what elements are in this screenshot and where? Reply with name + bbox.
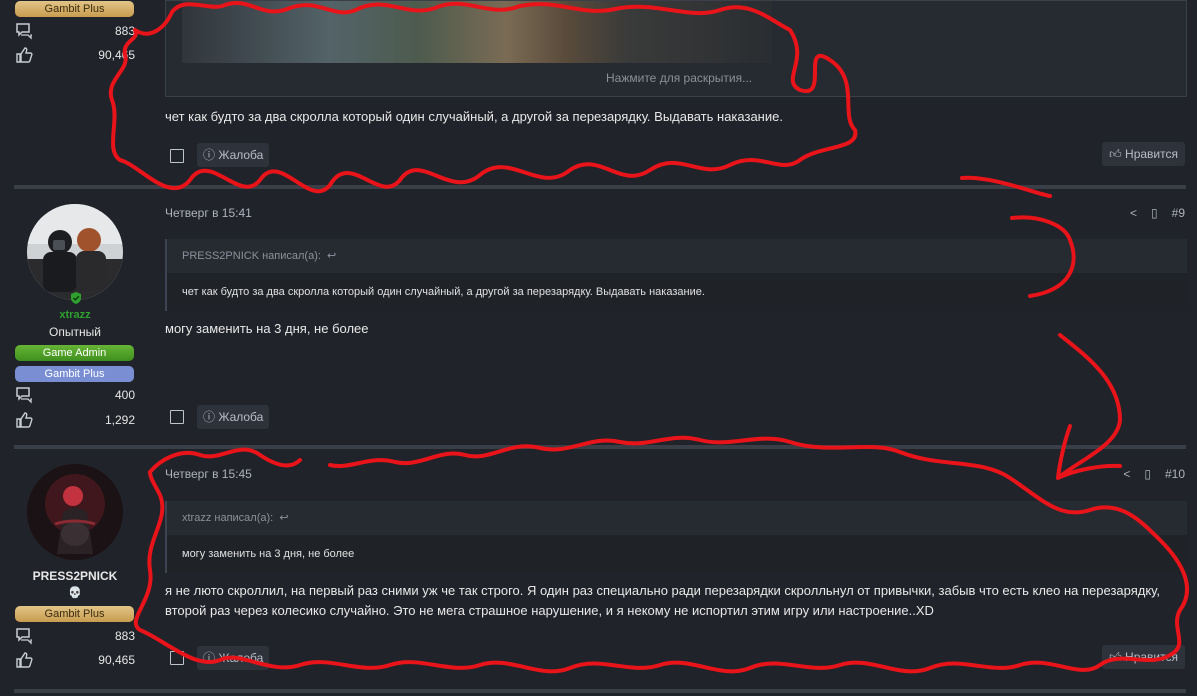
quote-author: xtrazz написал(а):: [182, 512, 274, 524]
username[interactable]: PRESS2PNICK: [0, 569, 150, 583]
post-9: xtrazz Опытный Game Admin Gambit Plus 40…: [0, 189, 1197, 445]
attached-screenshot[interactable]: [182, 1, 772, 63]
reactions-count: 90,465: [98, 653, 135, 667]
post-number[interactable]: #9: [1172, 206, 1185, 220]
messages-icon: [16, 387, 32, 404]
messages-count: 400: [114, 388, 135, 402]
quote-author: PRESS2PNICK написал(а):: [182, 250, 321, 262]
messages-icon: [16, 23, 32, 40]
quote-header[interactable]: PRESS2PNICK написал(а): ↩︎: [167, 239, 1187, 273]
avatar[interactable]: [27, 464, 123, 560]
bookmark-icon[interactable]: ▯: [1151, 206, 1158, 220]
post-actions: < ▯ #10: [1123, 467, 1185, 481]
like-label: Нравится: [1125, 650, 1178, 664]
quote-text: могу заменить на 3 дня, не более: [167, 535, 1187, 573]
messages-count: 883: [114, 629, 135, 643]
quote-text: чет как будто за два скролла который оди…: [167, 273, 1187, 311]
thumbs-up-icon: [16, 47, 33, 63]
avatar-image: [27, 464, 123, 560]
select-checkbox[interactable]: [170, 651, 184, 665]
report-icon: ⓘ: [203, 148, 216, 162]
skull-emoji: 💀: [68, 587, 82, 599]
report-button[interactable]: ⓘ Жалоба: [197, 143, 270, 167]
quote-block: xtrazz написал(а): ↩︎ могу заменить на 3…: [165, 501, 1187, 573]
like-icon: 👍︎: [1109, 147, 1122, 161]
reactions-stat: 90,465: [15, 46, 135, 64]
post-message-line: второй раз через колесико случайно. Это …: [165, 603, 934, 618]
jump-to-quote-icon[interactable]: ↩︎: [276, 512, 288, 524]
report-button[interactable]: ⓘ Жалоба: [197, 405, 270, 429]
select-checkbox[interactable]: [170, 410, 184, 424]
quote-block: PRESS2PNICK написал(а): ↩︎ чет как будто…: [165, 239, 1187, 311]
user-sidebar: Gambit Plus 883 90,465: [0, 0, 150, 186]
messages-count: 883: [114, 24, 135, 38]
jump-to-quote-icon[interactable]: ↩︎: [324, 250, 336, 262]
user-badge-game-admin: Game Admin: [15, 345, 134, 361]
post-main: Нажмите для раскрытия... чет как будто з…: [150, 0, 1197, 186]
user-sidebar: xtrazz Опытный Game Admin Gambit Plus 40…: [0, 189, 150, 445]
report-label: Жалоба: [218, 148, 264, 162]
user-title: Опытный: [49, 325, 101, 339]
verified-icon: [71, 292, 81, 304]
like-label: Нравится: [1125, 147, 1178, 161]
post-number[interactable]: #10: [1165, 467, 1185, 481]
reactions-stat: 90,465: [15, 651, 135, 669]
user-badge-gambit-plus: Gambit Plus: [15, 606, 134, 622]
expand-link[interactable]: Нажмите для раскрытия...: [606, 71, 752, 85]
share-icon[interactable]: <: [1130, 206, 1137, 220]
report-button[interactable]: ⓘ Жалоба: [197, 646, 270, 670]
reactions-count: 1,292: [104, 413, 135, 427]
messages-stat: 400: [15, 386, 135, 404]
like-icon: 👍︎: [1109, 650, 1122, 664]
post-partial: Gambit Plus 883 90,465 Нажмите для раскр…: [0, 0, 1197, 186]
thumbs-up-icon: [16, 412, 33, 428]
messages-icon: [16, 628, 32, 645]
report-label: Жалоба: [218, 410, 264, 424]
share-icon[interactable]: <: [1123, 467, 1130, 481]
bookmark-icon[interactable]: ▯: [1144, 467, 1151, 481]
user-badge-gambit-plus: Gambit Plus: [15, 366, 134, 382]
user-badge-gambit-plus: Gambit Plus: [15, 1, 134, 17]
post-message: я не люто скроллил, на первый раз сними …: [165, 581, 1195, 621]
messages-stat: 883: [15, 22, 135, 40]
quote-header[interactable]: xtrazz написал(а): ↩︎: [167, 501, 1187, 535]
messages-stat: 883: [15, 627, 135, 645]
like-button[interactable]: 👍︎ Нравится: [1102, 142, 1185, 166]
reactions-stat: 1,292: [15, 411, 135, 429]
post-date[interactable]: Четверг в 15:45: [165, 467, 252, 481]
user-sidebar: 💀 PRESS2PNICK Gambit Plus 883 90,465: [0, 449, 150, 689]
post-separator: [14, 689, 1186, 693]
post-10: 💀 PRESS2PNICK Gambit Plus 883 90,465 Чет…: [0, 449, 1197, 689]
report-label: Жалоба: [218, 651, 264, 665]
post-message: чет как будто за два скролла который оди…: [165, 109, 783, 124]
post-date[interactable]: Четверг в 15:41: [165, 206, 252, 220]
post-message: могу заменить на 3 дня, не более: [165, 321, 369, 336]
post-main: Четверг в 15:41 < ▯ #9 PRESS2PNICK напис…: [150, 189, 1197, 445]
avatar-image: [27, 204, 123, 300]
avatar[interactable]: [27, 204, 123, 300]
like-button[interactable]: 👍︎ Нравится: [1102, 645, 1185, 669]
post-main: Четверг в 15:45 < ▯ #10 xtrazz написал(а…: [150, 449, 1197, 689]
report-icon: ⓘ: [203, 410, 216, 424]
post-message-line: я не люто скроллил, на первый раз сними …: [165, 583, 1160, 598]
username[interactable]: xtrazz: [0, 309, 150, 321]
select-checkbox[interactable]: [170, 149, 184, 163]
report-icon: ⓘ: [203, 651, 216, 665]
attachment-block: Нажмите для раскрытия...: [165, 0, 1187, 97]
reactions-count: 90,465: [98, 48, 135, 62]
thumbs-up-icon: [16, 652, 33, 668]
post-actions: < ▯ #9: [1130, 206, 1185, 220]
